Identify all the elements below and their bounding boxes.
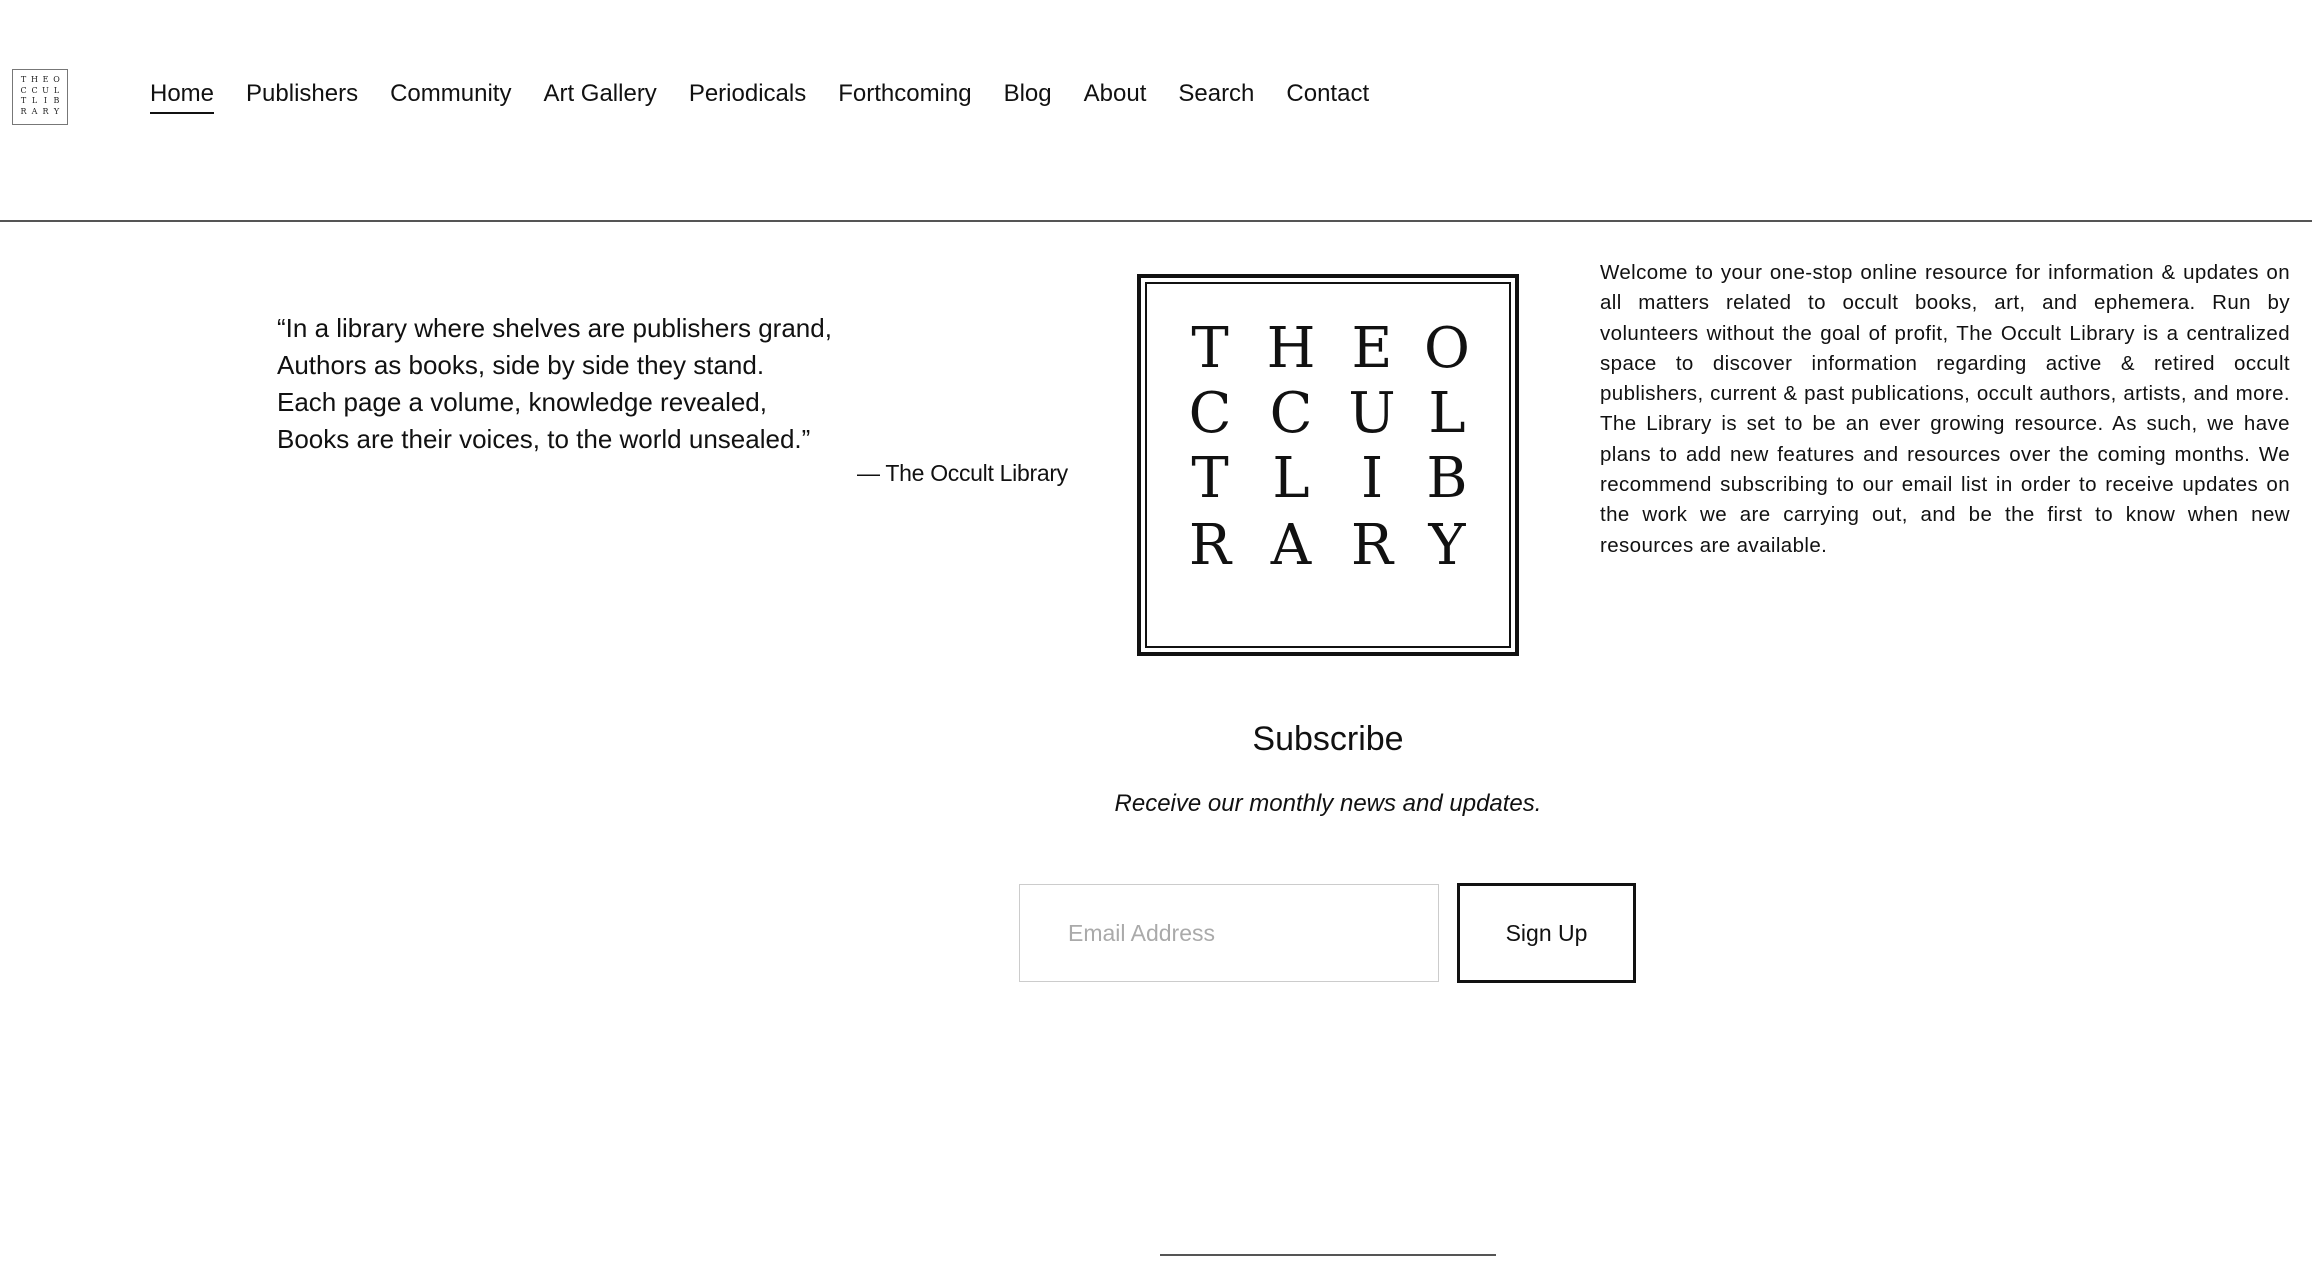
nav-search[interactable]: Search [1178,80,1254,114]
emblem-letter: A [1270,513,1312,578]
email-field[interactable] [1019,884,1439,982]
emblem-letter: T [1191,316,1228,381]
logo-letter: O [53,75,60,84]
nav-about[interactable]: About [1084,80,1147,114]
emblem-letter: O [1424,316,1470,381]
occult-library-emblem: THEOCCULTLIBRARY [1135,272,1521,658]
emblem-letter: B [1426,446,1467,511]
subscribe-title: Subscribe [1252,720,1404,758]
logo-letter: Y [53,106,60,116]
quote-line: Authors as books, side by side they stan… [277,350,765,380]
nav-community[interactable]: Community [390,80,511,114]
subscribe-subtitle: Receive our monthly news and updates. [1114,790,1542,817]
quote-line: Each page a volume, knowledge revealed, [277,387,767,417]
emblem-letter: L [1272,446,1309,511]
nav-blog[interactable]: Blog [1004,80,1052,114]
quote-line: “In a library where shelves are publishe… [277,313,832,343]
emblem-letter: U [1348,381,1395,446]
logo-letter: R [20,106,27,116]
logo-letter: I [43,96,48,105]
logo-letter: T [20,75,27,84]
emblem-letter: H [1267,316,1316,381]
nav-periodicals[interactable]: Periodicals [689,80,806,114]
logo-letter: L [31,96,38,105]
site-logo[interactable]: THEOCCULTLIBRARY [12,69,68,125]
emblem-letter: C [1189,381,1232,446]
nav-forthcoming[interactable]: Forthcoming [838,80,971,114]
footer-divider [1160,1254,1496,1256]
logo-letter: R [42,106,49,116]
emblem-letter: Y [1428,513,1467,578]
emblem-letter: R [1351,513,1395,578]
emblem-letter: E [1352,316,1393,381]
quote-text: “In a library where shelves are publishe… [277,310,877,458]
nav-art-gallery[interactable]: Art Gallery [543,80,656,114]
quote-attribution: — The Occult Library [857,460,1068,486]
logo-letter: H [31,75,38,84]
logo-letter: E [42,75,49,84]
poem-quote: “In a library where shelves are publishe… [277,310,1068,486]
logo-letter: A [31,106,38,116]
emblem-letter: C [1270,381,1313,446]
emblem-letter: T [1191,446,1228,511]
main-navigation: Home Publishers Community Art Gallery Period… [150,80,1401,114]
site-header: THEOCCULTLIBRARY Home Publishers Community… [0,0,2312,222]
nav-home[interactable]: Home [150,80,215,114]
logo-letter: T [20,96,27,105]
nav-contact[interactable]: Contact [1286,80,1369,114]
quote-line: Books are their voices, to the world uns… [277,424,811,454]
emblem-graphic: T H E OC C U LT L I BR A R Y [1137,274,1519,656]
sign-up-button[interactable]: Sign Up [1457,883,1636,983]
emblem-letter: L [1428,381,1465,446]
emblem-letter: R [1189,513,1233,578]
welcome-paragraph: Welcome to your one-stop online resource… [1600,261,2290,557]
nav-publishers[interactable]: Publishers [246,80,358,114]
logo-letter: B [53,96,60,105]
emblem-letter: I [1361,446,1383,511]
